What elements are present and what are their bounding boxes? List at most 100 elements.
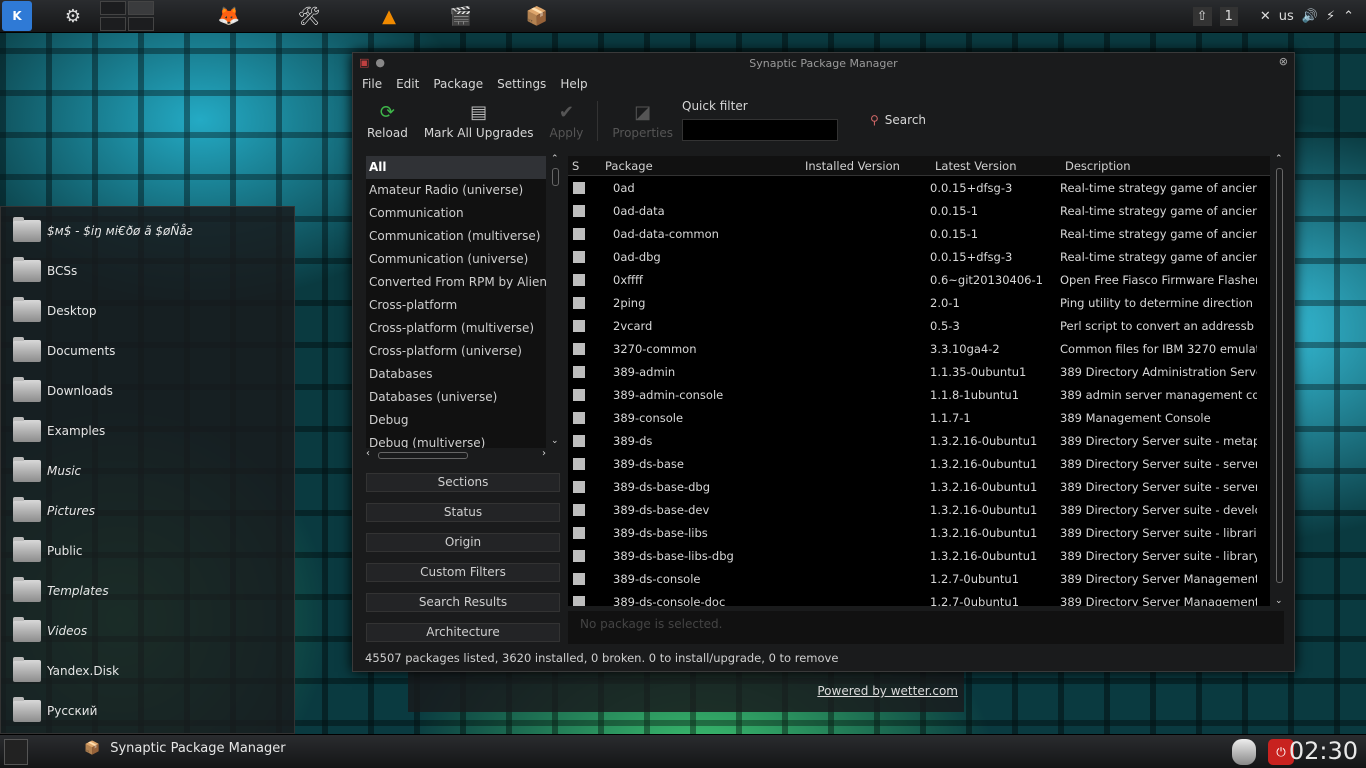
package-checkbox[interactable] [573,296,585,309]
category-item[interactable]: Communication [366,202,546,225]
table-row[interactable]: 2vcard 0.5-3 Perl script to convert an add… [568,314,1270,337]
category-item[interactable]: Cross-platform (multiverse) [366,317,546,340]
package-checkbox[interactable] [573,457,585,470]
scroll-left-icon[interactable]: ‹ [366,448,370,459]
application-launcher-icon[interactable]: K [2,1,32,31]
category-item[interactable]: Communication (multiverse) [366,225,546,248]
category-item[interactable]: Converted From RPM by Alien [366,271,546,294]
package-checkbox[interactable] [573,411,585,424]
desktop-number-badge[interactable]: 1 [1219,7,1238,26]
table-row[interactable]: 389-console 1.1.7-1 389 Management Console [568,406,1270,429]
column-latest-version[interactable]: Latest Version [931,159,1061,173]
quick-filter-input[interactable] [682,119,838,141]
vlc-launcher-icon[interactable]: ▲ [374,1,404,31]
filter-button[interactable]: Architecture [366,623,560,642]
scroll-down-icon[interactable]: ⌄ [551,436,559,446]
table-row[interactable]: 389-ds-base-libs-dbg 1.3.2.16-0ubuntu1 389… [568,544,1270,567]
table-row[interactable]: 3270-common 3.3.10ga4-2 Common files for I… [568,337,1270,360]
scroll-down-icon[interactable]: ⌄ [1275,596,1283,606]
category-item[interactable]: Databases (universe) [366,386,546,409]
window-menu-icon[interactable]: ▣ [359,56,369,69]
category-item[interactable]: Cross-platform (universe) [366,340,546,363]
package-checkbox[interactable] [573,572,585,585]
table-row[interactable]: 389-admin 1.1.35-0ubuntu1 389 Directory Ad… [568,360,1270,383]
table-row[interactable]: 0ad 0.0.15+dfsg-3 Real-time strategy game … [568,176,1270,199]
place-item[interactable]: BCSs [1,251,294,291]
column-description[interactable]: Description [1061,159,1261,173]
place-item[interactable]: Public [1,531,294,571]
category-item[interactable]: Cross-platform [366,294,546,317]
table-row[interactable]: 389-ds-console 1.2.7-0ubuntu1 389 Director… [568,567,1270,590]
filter-button[interactable]: Status [366,503,560,522]
place-item[interactable]: Downloads [1,371,294,411]
category-item[interactable]: Databases [366,363,546,386]
table-row[interactable]: 389-ds-base-dev 1.3.2.16-0ubuntu1 389 Dire… [568,498,1270,521]
filter-button[interactable]: Sections [366,473,560,492]
apply-button[interactable]: ✔ Apply [541,102,591,140]
table-row[interactable]: 389-ds-base 1.3.2.16-0ubuntu1 389 Director… [568,452,1270,475]
package-scroll-thumb[interactable] [1276,168,1283,583]
category-item[interactable]: Communication (universe) [366,248,546,271]
package-checkbox[interactable] [573,273,585,286]
package-checkbox[interactable] [573,595,585,606]
close-icon[interactable]: ⊗ [1279,55,1288,68]
package-checkbox[interactable] [573,388,585,401]
place-item[interactable]: Desktop [1,291,294,331]
column-status[interactable]: S [568,159,601,173]
scroll-up-icon[interactable]: ⌃ [1275,154,1283,164]
scroll-up-icon[interactable]: ⌃ [551,154,559,164]
pager-desktop-2[interactable] [128,1,154,15]
place-item[interactable]: Pictures [1,491,294,531]
show-desktop-icon[interactable] [4,739,28,765]
category-item[interactable]: Debug (multiverse) [366,432,546,448]
place-item[interactable]: Music [1,451,294,491]
package-checkbox[interactable] [573,549,585,562]
filter-button[interactable]: Origin [366,533,560,552]
filter-button[interactable]: Search Results [366,593,560,612]
table-row[interactable]: 2ping 2.0-1 Ping utility to determine dire… [568,291,1270,314]
package-checkbox[interactable] [573,480,585,493]
reload-button[interactable]: ⟳ Reload [359,102,416,140]
package-checkbox[interactable] [573,526,585,539]
desktop-pager[interactable] [100,1,154,31]
activities-icon[interactable]: ⚙ [58,1,88,31]
package-checkbox[interactable] [573,342,585,355]
keyboard-layout-indicator[interactable]: us [1279,9,1294,24]
menu-settings[interactable]: Settings [497,77,546,91]
package-checkbox[interactable] [573,204,585,217]
penguin-icon[interactable] [1232,739,1256,765]
network-icon[interactable]: ⚡ [1326,9,1335,24]
place-item[interactable]: Русский [1,691,294,731]
package-checkbox[interactable] [573,319,585,332]
column-installed-version[interactable]: Installed Version [801,159,931,173]
table-row[interactable]: 0xffff 0.6~git20130406-1 Open Free Fiasco … [568,268,1270,291]
synaptic-launcher-icon[interactable]: 📦 [522,1,552,31]
package-checkbox[interactable] [573,434,585,447]
place-item[interactable]: Videos [1,611,294,651]
menu-edit[interactable]: Edit [396,77,419,91]
task-synaptic[interactable]: 📦 Synaptic Package Manager [84,741,286,756]
package-scrollbar[interactable]: ⌃ ⌄ [1274,154,1286,606]
menu-help[interactable]: Help [560,77,587,91]
table-row[interactable]: 0ad-data-common 0.0.15-1 Real-time strateg… [568,222,1270,245]
window-titlebar[interactable]: ▣ ● Synaptic Package Manager ⊗ [353,53,1294,73]
tray-expand-icon[interactable]: ⌃ [1343,9,1354,24]
menu-package[interactable]: Package [433,77,483,91]
category-scroll-thumb[interactable] [552,168,559,186]
table-row[interactable]: 0ad-data 0.0.15-1 Real-time strategy game … [568,199,1270,222]
table-row[interactable]: 0ad-dbg 0.0.15+dfsg-3 Real-time strategy g… [568,245,1270,268]
mark-all-upgrades-button[interactable]: ▤ Mark All Upgrades [416,102,542,140]
table-row[interactable]: 389-ds-base-dbg 1.3.2.16-0ubuntu1 389 Dire… [568,475,1270,498]
package-checkbox[interactable] [573,250,585,263]
clock[interactable]: 02:30 [1289,737,1358,765]
video-editor-launcher-icon[interactable]: 🎬 [446,1,476,31]
properties-button[interactable]: ◪ Properties [604,102,681,140]
upload-arrow-icon[interactable]: ⇧ [1192,7,1212,26]
menu-file[interactable]: File [362,77,382,91]
volume-icon[interactable]: 🔊 [1302,9,1318,24]
horizontal-scroll-thumb[interactable] [378,452,468,459]
category-item[interactable]: Amateur Radio (universe) [366,179,546,202]
place-item[interactable]: Yandex.Disk [1,651,294,691]
table-row[interactable]: 389-ds-base-libs 1.3.2.16-0ubuntu1 389 Dir… [568,521,1270,544]
filter-button[interactable]: Custom Filters [366,563,560,582]
